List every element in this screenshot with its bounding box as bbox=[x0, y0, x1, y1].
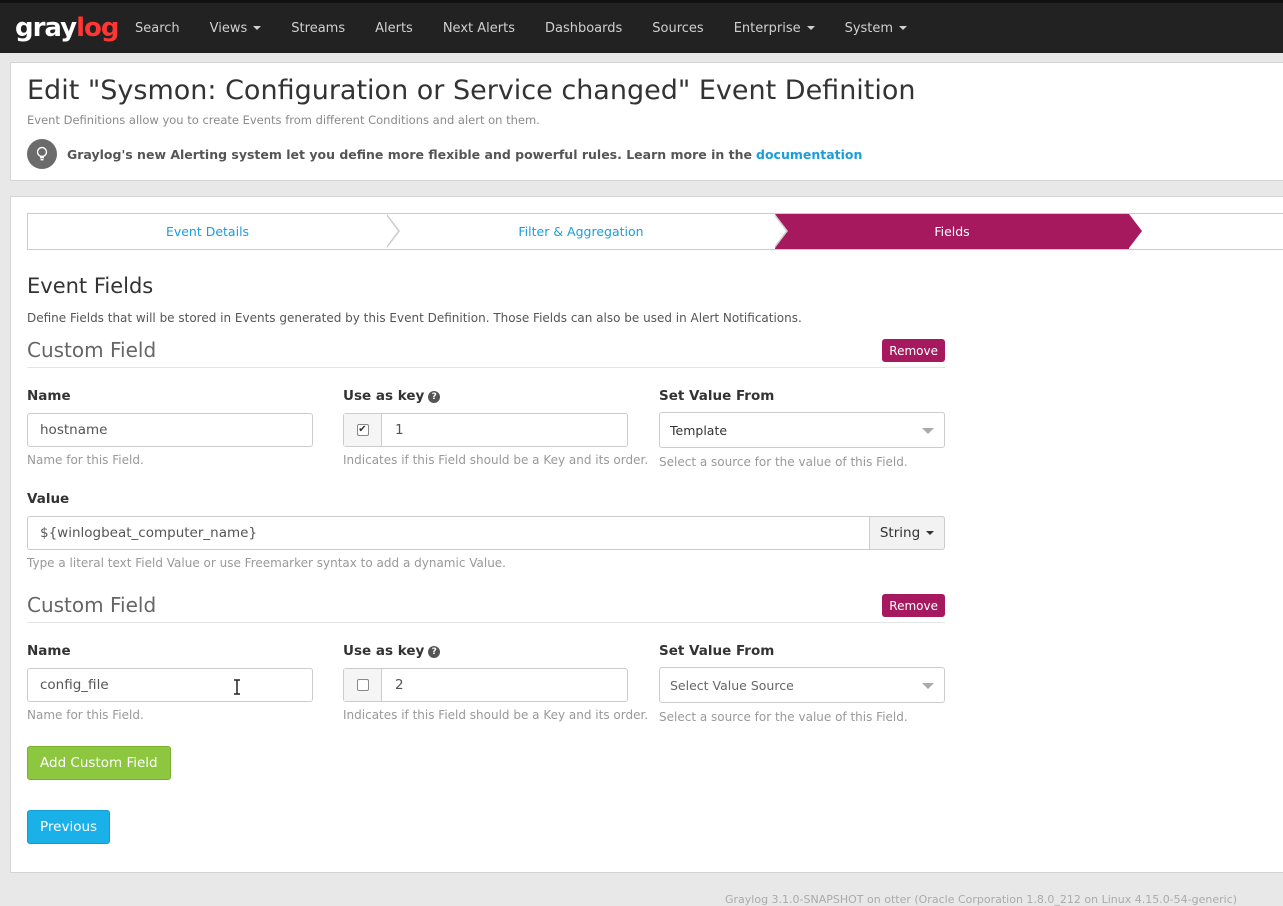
custom-field-header: Custom Field Remove bbox=[27, 593, 945, 623]
key-help: Indicates if this Field should be a Key … bbox=[343, 708, 649, 722]
top-navbar: gray log Search Views Streams Alerts Next… bbox=[0, 0, 1283, 53]
add-custom-field-button[interactable]: Add Custom Field bbox=[27, 746, 171, 780]
nav-item-system[interactable]: System bbox=[830, 3, 922, 53]
value-input-group: ${winlogbeat_computer_name} String bbox=[27, 516, 945, 550]
nav-item-enterprise[interactable]: Enterprise bbox=[719, 3, 830, 53]
lightbulb-icon bbox=[27, 139, 57, 169]
use-as-key-checkbox[interactable]: ✔ bbox=[356, 424, 369, 436]
nav-menu: Search Views Streams Alerts Next Alerts … bbox=[120, 3, 922, 53]
set-value-from-label: Set Value From bbox=[659, 388, 775, 404]
nav-label: Streams bbox=[291, 20, 346, 36]
step-chevron bbox=[386, 214, 400, 248]
step-chevron bbox=[774, 214, 788, 248]
key-help: Indicates if this Field should be a Key … bbox=[343, 453, 649, 467]
key-checkbox-addon: ✔ bbox=[344, 414, 382, 446]
graylog-logo[interactable]: gray log bbox=[0, 3, 120, 53]
set-value-from-label: Set Value From bbox=[659, 643, 775, 659]
nav-label: Enterprise bbox=[733, 20, 801, 36]
use-as-key-group: ✔ 1 bbox=[343, 413, 628, 447]
nav-item-search[interactable]: Search bbox=[120, 3, 195, 53]
nav-item-dashboards[interactable]: Dashboards bbox=[530, 3, 637, 53]
value-type-label: String bbox=[879, 525, 921, 541]
caret-down-icon bbox=[926, 531, 935, 535]
caret-down-icon bbox=[899, 26, 908, 30]
alerting-info: Graylog's new Alerting system let you de… bbox=[27, 139, 862, 169]
section-description: Define Fields that will be stored in Eve… bbox=[27, 311, 802, 325]
value-label: Value bbox=[27, 491, 70, 507]
page-title: Edit "Sysmon: Configuration or Service c… bbox=[27, 75, 916, 106]
question-circle-icon[interactable]: ? bbox=[428, 391, 441, 403]
text-cursor-icon bbox=[234, 679, 240, 695]
value-help: Type a literal text Field Value or use F… bbox=[27, 556, 506, 570]
remove-button[interactable]: Remove bbox=[882, 339, 945, 362]
event-definition-form: Event Details Filter & Aggregation Field… bbox=[10, 196, 1283, 873]
nav-label: Sources bbox=[652, 20, 704, 36]
name-label: Name bbox=[27, 388, 71, 404]
step-label: Fields bbox=[934, 224, 970, 239]
logo-text-log: log bbox=[76, 13, 119, 43]
info-text: Graylog's new Alerting system let you de… bbox=[67, 146, 752, 162]
key-checkbox-addon bbox=[344, 669, 382, 701]
caret-down-icon bbox=[253, 26, 262, 30]
nav-label: System bbox=[844, 20, 894, 36]
step-chevron bbox=[1128, 214, 1142, 248]
question-circle-icon[interactable]: ? bbox=[428, 646, 441, 658]
source-help: Select a source for the value of this Fi… bbox=[659, 710, 908, 724]
select-value: Template bbox=[670, 422, 728, 438]
use-as-key-group: 2 bbox=[343, 668, 628, 702]
nav-item-streams[interactable]: Streams bbox=[276, 3, 360, 53]
footer-version: Graylog 3.1.0-SNAPSHOT on otter (Oracle … bbox=[725, 893, 1238, 906]
documentation-link[interactable]: documentation bbox=[756, 147, 862, 162]
chevron-down-icon bbox=[922, 428, 934, 434]
page-header: Edit "Sysmon: Configuration or Service c… bbox=[10, 62, 1283, 181]
use-as-key-label: Use as key? bbox=[343, 643, 441, 659]
value-source-select[interactable]: Select Value Source bbox=[659, 667, 945, 703]
nav-item-next-alerts[interactable]: Next Alerts bbox=[428, 3, 530, 53]
use-as-key-label: Use as key? bbox=[343, 388, 441, 404]
value-type-dropdown[interactable]: String bbox=[869, 516, 945, 550]
logo-text-gray: gray bbox=[15, 13, 77, 43]
key-order-input[interactable]: 1 bbox=[382, 414, 404, 446]
step-filter-aggregation[interactable]: Filter & Aggregation bbox=[387, 214, 788, 249]
section-title: Event Fields bbox=[27, 274, 154, 298]
nav-item-views[interactable]: Views bbox=[195, 3, 277, 53]
nav-label: Next Alerts bbox=[442, 20, 515, 36]
source-help: Select a source for the value of this Fi… bbox=[659, 455, 908, 469]
step-label: Filter & Aggregation bbox=[518, 224, 644, 239]
value-source-select[interactable]: Template bbox=[659, 412, 945, 448]
select-placeholder: Select Value Source bbox=[670, 677, 794, 693]
custom-field-title: Custom Field bbox=[27, 593, 157, 617]
remove-button[interactable]: Remove bbox=[882, 594, 945, 617]
wizard-steps: Event Details Filter & Aggregation Field… bbox=[27, 213, 1283, 250]
nav-label: Dashboards bbox=[544, 20, 623, 36]
custom-field-header: Custom Field Remove bbox=[27, 338, 945, 368]
use-as-key-text: Use as key bbox=[343, 388, 425, 404]
name-input[interactable]: hostname bbox=[27, 413, 313, 447]
caret-down-icon bbox=[806, 26, 815, 30]
chevron-down-icon bbox=[922, 683, 934, 689]
value-input[interactable]: ${winlogbeat_computer_name} bbox=[27, 516, 869, 550]
step-event-details[interactable]: Event Details bbox=[28, 214, 400, 249]
previous-button[interactable]: Previous bbox=[27, 810, 111, 844]
nav-item-sources[interactable]: Sources bbox=[637, 3, 718, 53]
name-help: Name for this Field. bbox=[27, 453, 144, 467]
nav-label: Views bbox=[209, 20, 248, 36]
name-input[interactable]: config_file bbox=[27, 668, 313, 702]
name-help: Name for this Field. bbox=[27, 708, 144, 722]
nav-item-alerts[interactable]: Alerts bbox=[360, 3, 428, 53]
use-as-key-text: Use as key bbox=[343, 643, 425, 659]
custom-field-title: Custom Field bbox=[27, 338, 157, 362]
use-as-key-checkbox[interactable] bbox=[356, 679, 369, 691]
page-subtitle: Event Definitions allow you to create Ev… bbox=[27, 113, 540, 127]
step-fields[interactable]: Fields bbox=[775, 214, 1142, 249]
nav-label: Alerts bbox=[375, 20, 413, 36]
name-label: Name bbox=[27, 643, 71, 659]
nav-label: Search bbox=[135, 20, 180, 36]
step-label: Event Details bbox=[165, 224, 250, 239]
key-order-input[interactable]: 2 bbox=[382, 669, 404, 701]
